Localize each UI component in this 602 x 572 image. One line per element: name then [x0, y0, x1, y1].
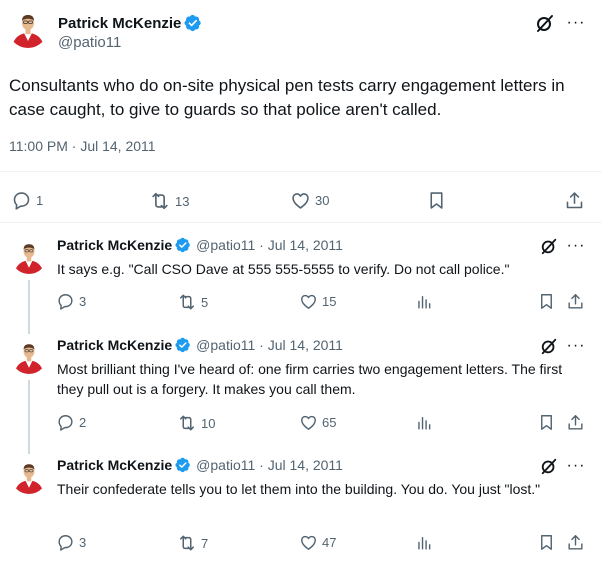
retweet-button[interactable]: 13: [149, 190, 189, 212]
bookmark-icon: [537, 533, 556, 552]
avatar[interactable]: [11, 338, 47, 374]
share-button[interactable]: [566, 413, 585, 432]
like-button[interactable]: 30: [290, 190, 329, 211]
bookmark-icon: [537, 292, 556, 311]
divider: [0, 171, 602, 172]
views-button[interactable]: [415, 413, 434, 432]
avatar-image: [11, 458, 47, 494]
reply-icon: [56, 413, 75, 432]
avatar-image: [11, 338, 47, 374]
author-name[interactable]: Patrick McKenzie: [57, 237, 172, 253]
tweet-timestamp[interactable]: 11:00 PM · Jul 14, 2011: [9, 138, 156, 154]
share-icon: [566, 533, 585, 552]
reply-count: 1: [36, 193, 44, 208]
share-button[interactable]: [564, 190, 585, 211]
views-button[interactable]: [415, 292, 434, 311]
like-count: 30: [315, 193, 330, 208]
author-name[interactable]: Patrick McKenzie: [58, 14, 202, 32]
more-icon[interactable]: ···: [566, 336, 586, 356]
more-icon[interactable]: ···: [566, 456, 586, 476]
divider: [0, 222, 602, 223]
share-button[interactable]: [566, 533, 585, 552]
retweet-icon: [177, 292, 197, 312]
retweet-count: 13: [175, 193, 190, 209]
avatar-image: [11, 238, 47, 274]
retweet-count: 7: [201, 535, 209, 551]
author-name[interactable]: Patrick McKenzie: [57, 457, 172, 473]
like-button[interactable]: 47: [299, 533, 336, 552]
reply-count: 3: [79, 535, 87, 550]
reply-count: 3: [79, 294, 87, 309]
tweet-text: Consultants who do on-site physical pen …: [9, 76, 565, 119]
bookmark-button[interactable]: [537, 292, 556, 311]
verified-badge-icon[interactable]: [175, 337, 191, 353]
share-icon: [564, 190, 585, 211]
reply-meta[interactable]: @patio11 · Jul 14, 2011: [196, 237, 343, 253]
retweet-button[interactable]: 5: [177, 292, 208, 312]
more-icon[interactable]: ···: [566, 13, 586, 33]
like-icon: [290, 190, 311, 211]
retweet-count: 5: [201, 294, 209, 310]
reply-header: Patrick McKenzie @patio11 · Jul 14, 2011: [57, 237, 343, 253]
share-icon: [566, 292, 585, 311]
verified-badge-icon[interactable]: [175, 237, 191, 253]
author-name-text: Patrick McKenzie: [58, 14, 182, 32]
reply-text: Most brilliant thing I've heard of: one …: [57, 361, 563, 397]
retweet-button[interactable]: 7: [177, 533, 208, 553]
grok-icon[interactable]: [540, 457, 558, 475]
retweet-button[interactable]: 10: [177, 413, 215, 433]
reply-button[interactable]: 2: [56, 413, 86, 432]
thread-line: [28, 280, 30, 334]
like-button[interactable]: 15: [299, 292, 336, 311]
reply-text: It says e.g. "Call CSO Dave at 555 555-5…: [57, 261, 510, 277]
retweet-count: 10: [201, 415, 216, 431]
share-icon: [566, 413, 585, 432]
more-icon[interactable]: ···: [566, 236, 586, 256]
views-icon: [415, 292, 434, 311]
retweet-icon: [177, 413, 197, 433]
like-icon: [299, 413, 318, 432]
bookmark-button[interactable]: [537, 413, 556, 432]
reply-icon: [56, 533, 75, 552]
share-button[interactable]: [566, 292, 585, 311]
like-icon: [299, 533, 318, 552]
retweet-icon: [177, 533, 197, 553]
views-button[interactable]: [415, 533, 434, 552]
reply-header: Patrick McKenzie @patio11 · Jul 14, 2011: [57, 337, 343, 353]
reply-icon: [56, 292, 75, 311]
avatar-image: [8, 8, 48, 48]
like-icon: [299, 292, 318, 311]
avatar[interactable]: [8, 8, 48, 48]
views-icon: [415, 413, 434, 432]
verified-badge-icon[interactable]: [175, 457, 191, 473]
avatar[interactable]: [11, 458, 47, 494]
retweet-icon: [149, 190, 171, 212]
reply-count: 2: [79, 415, 87, 430]
author-handle[interactable]: @patio11: [58, 34, 121, 51]
like-count: 65: [322, 415, 337, 430]
reply-text: Their confederate tells you to let them …: [57, 481, 541, 497]
grok-icon[interactable]: [540, 337, 558, 355]
author-name[interactable]: Patrick McKenzie: [57, 337, 172, 353]
grok-icon[interactable]: [540, 237, 558, 255]
reply-button[interactable]: 3: [56, 292, 86, 311]
avatar[interactable]: [11, 238, 47, 274]
grok-icon[interactable]: [535, 13, 555, 33]
like-button[interactable]: 65: [299, 413, 336, 432]
reply-meta[interactable]: @patio11 · Jul 14, 2011: [196, 457, 343, 473]
like-count: 47: [322, 535, 337, 550]
reply-button[interactable]: 1: [11, 190, 43, 211]
bookmark-icon: [537, 413, 556, 432]
bookmark-button[interactable]: [537, 533, 556, 552]
reply-icon: [11, 190, 32, 211]
reply-button[interactable]: 3: [56, 533, 86, 552]
reply-meta[interactable]: @patio11 · Jul 14, 2011: [196, 337, 343, 353]
like-count: 15: [322, 294, 337, 309]
reply-header: Patrick McKenzie @patio11 · Jul 14, 2011: [57, 457, 343, 473]
bookmark-button[interactable]: [426, 190, 447, 211]
bookmark-icon: [426, 190, 447, 211]
views-icon: [415, 533, 434, 552]
thread-line: [28, 380, 30, 454]
verified-badge-icon[interactable]: [184, 14, 202, 32]
